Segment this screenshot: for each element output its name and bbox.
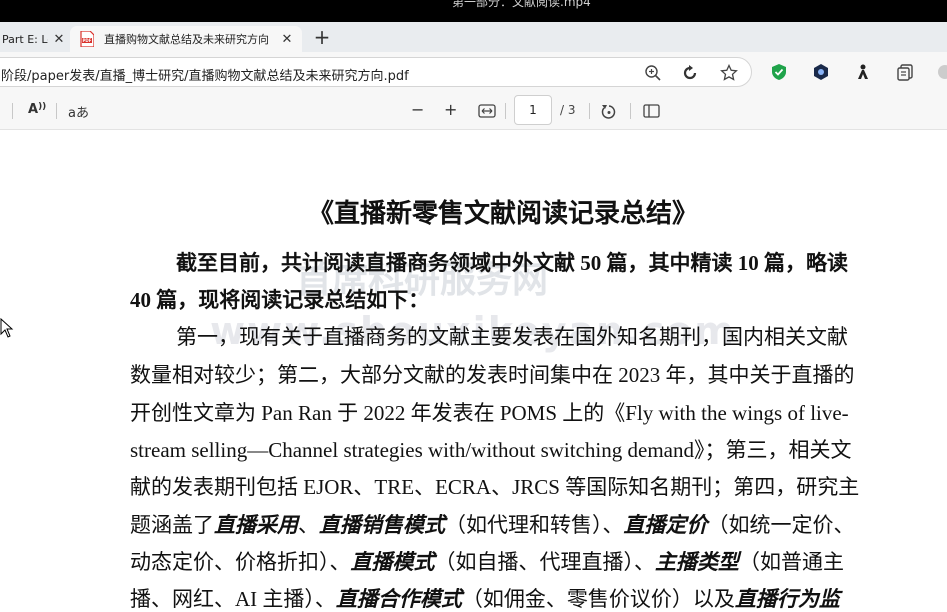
extension-figure-icon[interactable] (854, 63, 872, 81)
tab-part-e[interactable]: Part E: Lo ✕ (0, 26, 70, 52)
zoom-out-button[interactable]: − (411, 100, 424, 119)
emphasis-text: 直播合作模式 (335, 587, 462, 611)
toolbar-separator (56, 103, 57, 119)
paragraph-line: 第一，现有关于直播商务的文献主要发表在国外知名期刊，国内相关文献 (176, 325, 848, 349)
shield-check-icon[interactable] (770, 63, 788, 81)
close-tab-icon[interactable]: ✕ (280, 32, 294, 47)
toolbar-separator (12, 103, 13, 119)
paragraph-line: 播、网红、AI 主播）、直播合作模式（如佣金、零售价议价）以及直播行为监 (130, 583, 930, 612)
page-view-icon[interactable] (643, 104, 661, 118)
tab-pdf-document[interactable]: PDF 直播购物文献总结及未来研究方向 ✕ (70, 26, 302, 52)
toolbar-separator (589, 103, 590, 119)
close-tab-icon[interactable]: ✕ (52, 32, 66, 47)
rotate-icon[interactable] (600, 103, 618, 121)
tab-label: Part E: Lo (2, 32, 48, 46)
tab-label: 直播购物文献总结及未来研究方向 (104, 33, 269, 46)
text-run: 、 (298, 513, 319, 537)
paragraph-line: 题涵盖了直播采用、直播销售模式（如代理和转售）、直播定价（如统一定价、 (130, 509, 930, 539)
translate-button[interactable]: aあ (68, 102, 89, 121)
paragraph-line: 动态定价、价格折扣）、直播模式（如自播、代理直播）、主播类型（如普通主 (130, 546, 930, 576)
window-title: 第一部分：文献阅读.mp4 (452, 0, 591, 9)
profile-icon[interactable] (936, 63, 947, 81)
paragraph-line: 献的发表期刊包括 EJOR、TRE、ECRA、JRCS 等国际知名期刊；第四，研… (130, 475, 860, 499)
toolbar-separator (630, 103, 631, 119)
refresh-icon[interactable] (681, 64, 699, 82)
emphasis-text: 主播类型 (655, 550, 739, 574)
collections-icon[interactable] (896, 63, 914, 81)
zoom-in-button[interactable]: + (444, 100, 457, 119)
emphasis-text: 直播采用 (214, 513, 298, 537)
emphasis-text: 直播模式 (350, 550, 435, 574)
fit-width-icon[interactable] (478, 104, 496, 118)
tab-strip: Part E: Lo ✕ PDF 直播购物文献总结及未来研究方向 ✕ (0, 22, 947, 52)
extension-hexagon-icon[interactable] (812, 63, 830, 81)
pdf-page: 首席科研服务网 www.shouxikeyan.com 《直播新零售文献阅读记录… (0, 131, 947, 612)
text-run: 题涵盖了 (130, 513, 214, 537)
paragraph-line: 开创性文章为 Pan Ran 于 2022 年发表在 POMS 上的《Fly w… (130, 401, 849, 425)
text-run: （如自播、代理直播）、 (434, 550, 656, 574)
emphasis-text: 直播定价 (623, 513, 708, 537)
favorite-star-icon[interactable] (720, 64, 738, 82)
paragraph-line: 数量相对较少；第二，大部分文献的发表时间集中在 2023 年，其中关于直播的 (130, 363, 855, 387)
window-titlebar: 第一部分：文献阅读.mp4 (0, 0, 947, 22)
new-tab-button[interactable]: + (312, 25, 332, 49)
url-text[interactable]: 阶段/paper发表/直播_博士研究/直播购物文献总结及未来研究方向.pdf (1, 65, 409, 84)
read-aloud-button[interactable]: A)) (28, 102, 46, 120)
pdf-toolbar: A)) aあ − + 1 / 3 (0, 92, 947, 130)
text-run: （如统一定价、 (707, 513, 855, 537)
page-number-input[interactable]: 1 (514, 95, 552, 125)
text-run: （如代理和转售）、 (445, 513, 624, 537)
text-run: 播、网红、AI 主播）、 (130, 587, 336, 611)
text-run: 动态定价、价格折扣）、 (130, 550, 351, 574)
summary-line: 截至目前，共计阅读直播商务领域中外文献 50 篇，其中精读 10 篇，略读 (176, 251, 848, 275)
emphasis-text: 直播销售模式 (319, 513, 445, 537)
paragraph-line: stream selling—Channel strategies with/w… (130, 438, 852, 462)
summary-line: 40 篇，现将阅读记录总结如下： (130, 288, 430, 312)
mouse-cursor-icon (0, 318, 14, 338)
text-run: （如普通主 (739, 550, 844, 574)
text-run: （如佣金、零售价议价）以及 (461, 587, 735, 611)
address-bar[interactable]: 阶段/paper发表/直播_博士研究/直播购物文献总结及未来研究方向.pdf (0, 57, 752, 87)
document-title: 《直播新零售文献阅读记录总结》 (308, 199, 699, 229)
toolbar-separator (505, 103, 506, 119)
pdf-file-icon: PDF (80, 31, 94, 47)
read-aloud-icon: A (28, 102, 39, 117)
address-bar-row: 阶段/paper发表/直播_博士研究/直播购物文献总结及未来研究方向.pdf (0, 52, 947, 92)
zoom-icon[interactable] (644, 64, 662, 82)
emphasis-text: 直播行为监 (734, 587, 840, 611)
svg-text:PDF: PDF (83, 38, 92, 43)
page-total: / 3 (560, 103, 576, 117)
